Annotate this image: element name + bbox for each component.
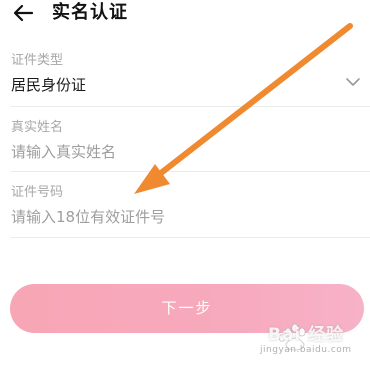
- divider: [11, 237, 370, 238]
- header-bar: 实名认证: [0, 0, 370, 34]
- page-title: 实名认证: [52, 2, 128, 23]
- divider: [11, 106, 370, 107]
- watermark-brand-text: Bai 经验: [268, 325, 345, 345]
- back-arrow-icon[interactable]: [12, 2, 34, 24]
- watermark-url: jingyan.baidu.com: [260, 345, 352, 355]
- id-type-value[interactable]: 居民身份证: [11, 75, 86, 95]
- id-number-input[interactable]: 请输入18位有效证件号: [11, 207, 165, 227]
- real-name-input[interactable]: 请输入真实姓名: [11, 142, 116, 162]
- id-type-label: 证件类型: [11, 53, 64, 68]
- divider: [11, 171, 370, 172]
- chevron-down-icon[interactable]: [346, 77, 360, 87]
- id-number-label: 证件号码: [11, 185, 64, 200]
- real-name-label: 真实姓名: [11, 120, 64, 135]
